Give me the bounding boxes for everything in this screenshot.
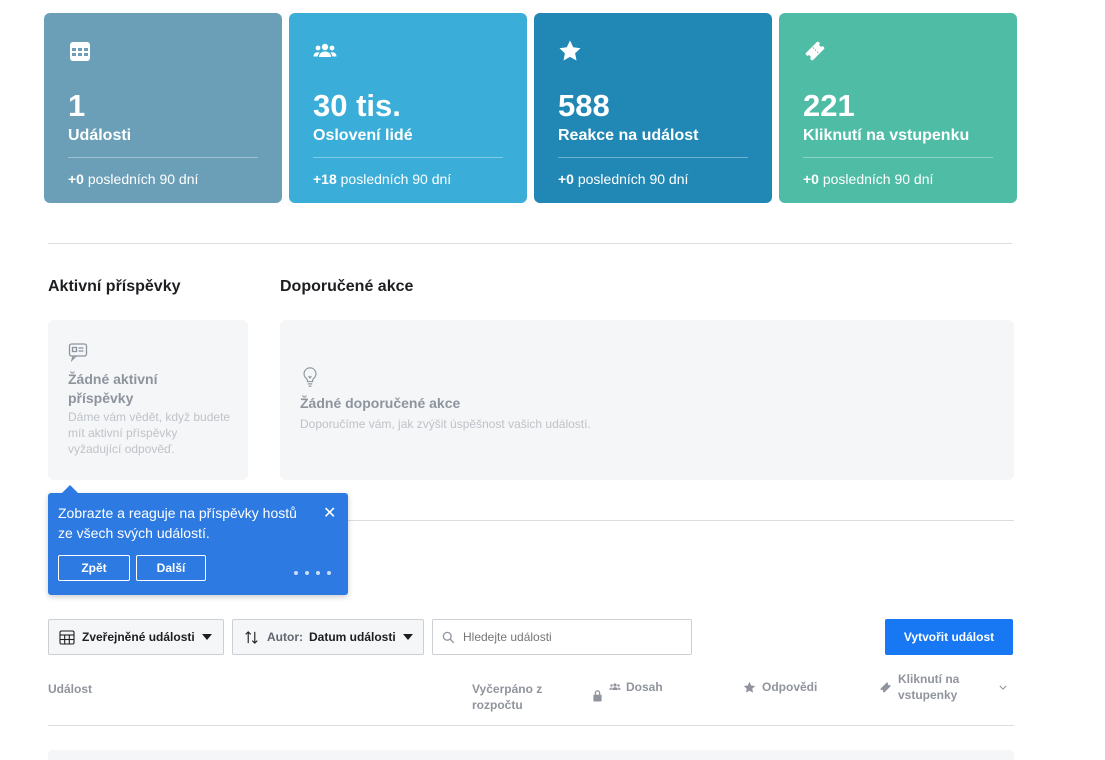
active-posts-title: Aktivní příspěvky (48, 278, 181, 295)
lightbulb-icon (303, 367, 317, 387)
column-header-reach[interactable]: Dosah (626, 679, 663, 695)
tooltip-back-button[interactable]: Zpět (58, 555, 130, 581)
stat-delta: +18 (313, 171, 337, 187)
close-icon[interactable]: ✕ (323, 503, 336, 523)
recommended-title: Doporučené akce (280, 278, 414, 295)
calendar-icon (70, 42, 90, 61)
active-posts-card: Žádné aktivní příspěvky Dáme vám vědět, … (48, 320, 248, 480)
stat-value: 588 (558, 88, 610, 123)
stat-label: Kliknutí na vstupenku (803, 127, 970, 144)
stat-period: posledních 90 dní (577, 171, 689, 187)
stat-value: 221 (803, 88, 855, 123)
stat-delta: +0 (558, 171, 574, 187)
stat-card-ticket-clicks[interactable]: 221 Kliknutí na vstupenku +0 posledních … (779, 13, 1017, 203)
sort-value: Datum události (309, 630, 396, 644)
onboarding-tooltip: Zobrazte a reaguje na příspěvky hostů ze… (48, 485, 348, 595)
search-input[interactable] (461, 629, 685, 645)
ticket-icon (880, 682, 891, 693)
active-posts-empty-title: Žádné aktivní příspěvky (68, 371, 158, 406)
table-header-divider (48, 725, 1014, 726)
column-header-ticket-clicks[interactable]: Kliknutí na vstupenky (898, 671, 978, 703)
tooltip-message: Zobrazte a reaguje na příspěvky hostů ze… (58, 505, 297, 541)
stat-delta: +0 (68, 171, 84, 187)
lock-icon (593, 690, 602, 702)
chevron-down-icon (201, 634, 212, 640)
search-box[interactable] (432, 619, 692, 655)
people-icon (609, 683, 621, 690)
chevron-down-icon[interactable] (999, 685, 1007, 690)
column-header-event[interactable]: Událost (48, 681, 92, 697)
tooltip-step-dots (294, 571, 331, 575)
star-icon (559, 40, 581, 61)
stat-footer: +0 posledních 90 dní (558, 171, 688, 187)
section-divider (48, 243, 1012, 244)
table-row[interactable] (48, 750, 1014, 760)
stat-label: Oslovení lidé (313, 127, 413, 144)
recommended-card: Žádné doporučené akce Doporučíme vám, ja… (280, 320, 1014, 480)
tooltip-next-button[interactable]: Další (136, 555, 206, 581)
stat-card-reach[interactable]: 30 tis. Oslovení lidé +18 posledních 90 … (289, 13, 527, 203)
sort-prefix: Autor: (267, 630, 303, 644)
stat-footer: +0 posledních 90 dní (803, 171, 933, 187)
column-header-budget[interactable]: Vyčerpáno z rozpočtu (472, 681, 562, 713)
comment-icon (68, 343, 88, 362)
sort-arrows-icon (245, 630, 258, 644)
star-icon (743, 681, 756, 693)
sort-dropdown[interactable]: Autor: Datum události (232, 619, 424, 655)
stat-footer: +18 posledních 90 dní (313, 171, 451, 187)
divider (803, 157, 993, 158)
create-event-button[interactable]: Vytvořit událost (885, 619, 1013, 655)
search-icon (442, 631, 455, 643)
filter-dropdown[interactable]: Zveřejněné události (48, 619, 224, 655)
stat-value: 30 tis. (313, 88, 401, 123)
stat-label: Události (68, 127, 132, 144)
recommended-empty-text: Doporučíme vám, jak zvýšit úspěšnost vaš… (300, 417, 591, 431)
calendar-icon (59, 630, 75, 645)
filter-label: Zveřejněné události (82, 630, 195, 644)
ticket-icon (805, 41, 825, 61)
stat-card-reactions[interactable]: 588 Reakce na událost +0 posledních 90 d… (534, 13, 772, 203)
stat-period: posledních 90 dní (87, 171, 199, 187)
column-header-responses[interactable]: Odpovědi (762, 679, 817, 695)
stat-card-events[interactable]: 1 Události +0 posledních 90 dní (44, 13, 282, 203)
divider (68, 157, 258, 158)
active-posts-empty-text: Dáme vám vědět, když budete mít aktivní … (68, 410, 231, 456)
stat-period: posledních 90 dní (340, 171, 452, 187)
stat-delta: +0 (803, 171, 819, 187)
recommended-empty-title: Žádné doporučené akce (300, 395, 461, 411)
people-icon (313, 43, 337, 57)
stat-footer: +0 posledních 90 dní (68, 171, 198, 187)
divider (313, 157, 503, 158)
stat-label: Reakce na událost (558, 127, 699, 144)
divider (558, 157, 748, 158)
chevron-down-icon (402, 634, 413, 640)
stat-value: 1 (68, 88, 86, 123)
stat-period: posledních 90 dní (822, 171, 934, 187)
